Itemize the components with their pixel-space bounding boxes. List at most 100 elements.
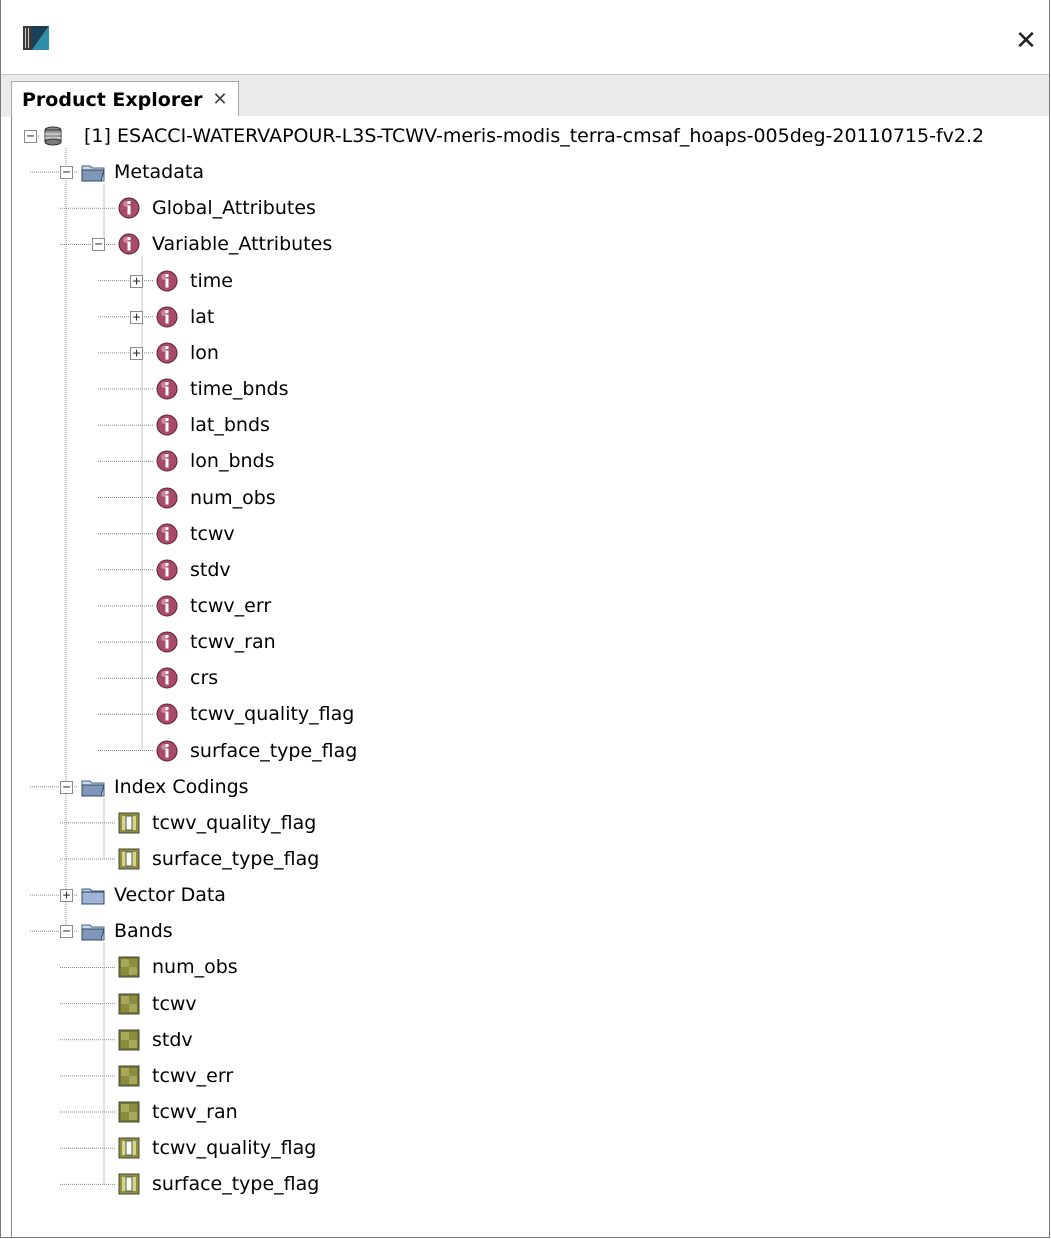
tree-node-label: tcwv xyxy=(190,522,235,545)
tree-node-label: stdv xyxy=(190,558,231,581)
tree-node-label: Bands xyxy=(114,920,173,943)
folder-open-icon xyxy=(80,776,105,798)
info-icon xyxy=(156,378,178,400)
info-icon xyxy=(156,270,178,292)
tree-node[interactable]: stdv xyxy=(156,555,231,585)
tree-node[interactable]: tcwv_quality_flag xyxy=(118,808,316,838)
tree-node[interactable]: surface_type_flag xyxy=(156,736,357,766)
tree-node[interactable]: crs xyxy=(156,663,218,693)
tree-node[interactable]: tcwv_quality_flag xyxy=(118,1133,316,1163)
tree-node[interactable]: lon xyxy=(156,338,219,368)
tree-node[interactable]: Vector Data xyxy=(80,880,226,910)
tab-title: Product Explorer xyxy=(22,88,203,111)
tree-node-label: num_obs xyxy=(152,956,238,979)
collapse-toggle-icon[interactable]: − xyxy=(60,166,73,180)
info-icon xyxy=(156,523,178,545)
tree-node[interactable]: lat xyxy=(156,302,214,332)
tree-node-label: Index Codings xyxy=(114,775,249,798)
tree-node-label: tcwv_ran xyxy=(152,1101,238,1124)
close-icon: ✕ xyxy=(1015,26,1037,56)
folder-closed-icon xyxy=(80,884,105,906)
collapse-toggle-icon[interactable]: − xyxy=(60,925,73,939)
tree-node-label: crs xyxy=(190,667,219,690)
info-icon xyxy=(156,414,178,436)
info-icon xyxy=(156,631,178,653)
tree-node[interactable]: lon_bnds xyxy=(156,446,275,476)
tree-node[interactable]: tcwv_ran xyxy=(156,627,276,657)
tab-bar: Product Explorer ✕ xyxy=(1,74,1049,117)
index-coding-icon xyxy=(118,1137,140,1159)
info-icon xyxy=(118,197,140,219)
tree-node[interactable]: num_obs xyxy=(156,483,276,513)
tree-node-label: tcwv_quality_flag xyxy=(190,703,355,726)
info-icon xyxy=(156,667,178,689)
tree-node[interactable]: tcwv_ran xyxy=(118,1097,238,1127)
tree-node-label: time xyxy=(190,269,233,292)
tree-node[interactable]: tcwv_err xyxy=(156,591,271,621)
tree-node-label: surface_type_flag xyxy=(152,848,320,870)
info-icon xyxy=(156,559,178,581)
tree-node-label: time_bnds xyxy=(190,378,289,401)
tree-node[interactable]: Metadata xyxy=(80,157,204,187)
info-icon xyxy=(156,595,178,617)
tree-node-label: surface_type_flag xyxy=(190,739,358,762)
expand-toggle-icon[interactable]: + xyxy=(130,310,143,324)
collapse-toggle-icon[interactable]: − xyxy=(24,130,37,143)
title-bar: ✕ xyxy=(1,0,1049,72)
tree-node-label: surface_type_flag xyxy=(152,1173,320,1196)
tree-node-label: stdv xyxy=(152,1028,193,1051)
tree-node[interactable]: tcwv xyxy=(156,519,235,549)
band-icon xyxy=(118,956,140,978)
folder-open-icon xyxy=(80,920,105,942)
tree-node-label: tcwv_err xyxy=(152,1064,234,1087)
info-icon xyxy=(118,233,140,255)
tree-node-label: tcwv_err xyxy=(190,594,272,617)
tree-node-label: lat_bnds xyxy=(190,414,270,437)
info-icon xyxy=(156,703,178,725)
collapse-toggle-icon[interactable]: − xyxy=(92,238,105,252)
tree-node-label: lon xyxy=(190,341,219,364)
tree-node[interactable]: Variable_Attributes xyxy=(118,229,332,259)
expand-toggle-icon[interactable]: + xyxy=(130,346,143,360)
tree-node-label: [1] ESACCI-WATERVAPOUR-L3S-TCWV-meris-mo… xyxy=(84,125,985,147)
window-close-button[interactable]: ✕ xyxy=(1009,24,1043,58)
band-icon xyxy=(118,1029,140,1051)
tree-node[interactable]: tcwv_err xyxy=(118,1061,233,1091)
tree-node[interactable]: Global_Attributes xyxy=(118,193,316,223)
info-icon xyxy=(156,740,178,762)
tree-node[interactable]: Index Codings xyxy=(80,772,249,802)
tree-node[interactable]: [1] ESACCI-WATERVAPOUR-L3S-TCWV-meris-mo… xyxy=(42,121,984,151)
tree-node-label: Variable_Attributes xyxy=(152,233,333,256)
expand-toggle-icon[interactable]: + xyxy=(130,274,143,288)
folder-open-icon xyxy=(80,161,105,183)
snap-app-logo-icon xyxy=(23,26,49,50)
tree-node[interactable]: surface_type_flag xyxy=(118,844,319,874)
index-coding-icon xyxy=(118,848,140,870)
tree-node[interactable]: time_bnds xyxy=(156,374,289,404)
tree-node-label: num_obs xyxy=(190,486,276,509)
tree-node-label: lat xyxy=(190,305,215,328)
tree-node[interactable]: Bands xyxy=(80,916,173,946)
tree-node[interactable]: lat_bnds xyxy=(156,410,270,440)
tree-node-label: lon_bnds xyxy=(190,450,275,473)
tree-node[interactable]: stdv xyxy=(118,1025,193,1055)
tree-node[interactable]: tcwv xyxy=(118,989,197,1019)
tree-node-label: Global_Attributes xyxy=(152,197,316,220)
tab-product-explorer[interactable]: Product Explorer ✕ xyxy=(11,81,239,117)
info-icon xyxy=(156,342,178,364)
tree-node[interactable]: surface_type_flag xyxy=(118,1169,319,1199)
collapse-toggle-icon[interactable]: − xyxy=(60,780,73,794)
tree-node-label: Vector Data xyxy=(114,884,226,907)
tree-node-label: tcwv xyxy=(152,992,197,1015)
tree-node[interactable]: num_obs xyxy=(118,952,238,982)
tab-close-icon[interactable]: ✕ xyxy=(212,89,227,110)
expand-toggle-icon[interactable]: + xyxy=(60,889,73,903)
band-icon xyxy=(118,1065,140,1087)
tree-node-label: tcwv_quality_flag xyxy=(152,811,317,834)
band-icon xyxy=(118,993,140,1015)
info-icon xyxy=(156,306,178,328)
database-icon xyxy=(42,125,64,147)
index-coding-icon xyxy=(118,812,140,834)
tree-node[interactable]: tcwv_quality_flag xyxy=(156,699,354,729)
tree-node[interactable]: time xyxy=(156,266,233,296)
